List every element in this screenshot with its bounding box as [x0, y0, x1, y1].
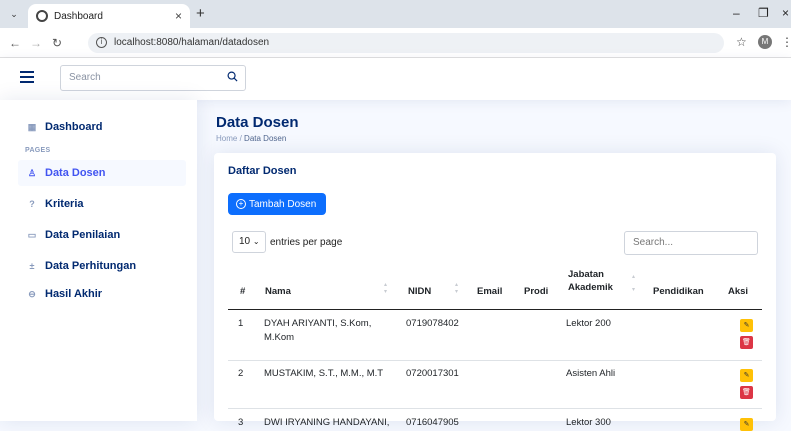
sidebar-item-label: Data Dosen [45, 167, 106, 179]
dosen-card: Daftar Dosen + Tambah Dosen 10 ⌄ entries… [214, 153, 776, 431]
edit-button[interactable]: ✎ [740, 369, 753, 382]
cell-nidn: 0720017301 [406, 368, 459, 379]
sort-arrows-icon[interactable]: ▴ ▾ [455, 281, 458, 295]
add-dosen-button[interactable]: + Tambah Dosen [228, 193, 326, 215]
sidebar: ▦ Dashboard PAGES ♙ Data Dosen ? Kriteri… [0, 100, 197, 421]
url-text: localhost:8080/halaman/datadosen [114, 37, 270, 48]
plus-circle-icon: + [236, 199, 246, 209]
card-icon: ▭ [27, 230, 37, 240]
sidebar-item-label: Dashboard [45, 121, 103, 133]
cell-nama-cont: M.Kom [264, 332, 295, 343]
forward-arrow-icon[interactable]: → [30, 36, 42, 50]
sidebar-item-label: Hasil Akhir [45, 288, 103, 300]
header-divider [228, 309, 762, 310]
col-header-prodi[interactable]: Prodi [524, 286, 548, 297]
breadcrumb: Home / Data Dosen [216, 134, 286, 143]
card-title: Daftar Dosen [228, 165, 297, 177]
close-tab-icon[interactable]: × [175, 9, 182, 23]
col-header-nidn[interactable]: NIDN [408, 286, 431, 297]
edit-button[interactable]: ✎ [740, 319, 753, 332]
add-dosen-label: Tambah Dosen [249, 198, 317, 210]
address-toolbar: ← → ↻ i localhost:8080/halaman/datadosen… [0, 28, 791, 58]
minimize-icon[interactable]: – [733, 6, 740, 20]
cell-no: 1 [238, 318, 244, 329]
browser-tab-strip: ⌄ Dashboard × + – ❐ × [0, 0, 791, 28]
col-header-pendidikan[interactable]: Pendidikan [653, 286, 704, 297]
minus-circle-icon: ⊖ [28, 289, 36, 299]
site-info-icon[interactable]: i [96, 37, 107, 48]
sidebar-item-kriteria[interactable]: ? Kriteria [18, 191, 186, 217]
sidebar-item-data-penilaian[interactable]: ▭ Data Penilaian [18, 222, 186, 248]
sort-arrows-icon[interactable]: ▴ ▾ [384, 281, 387, 295]
header-search-input[interactable]: Search [60, 65, 246, 91]
tab-title: Dashboard [54, 10, 103, 22]
search-icon[interactable] [227, 71, 238, 82]
browser-tab[interactable]: Dashboard × [28, 4, 190, 28]
sidebar-item-label: Data Penilaian [45, 229, 121, 241]
cell-jabatan: Lektor 200 [566, 318, 611, 329]
sidebar-item-label: Data Perhitungan [45, 260, 137, 272]
chevron-down-icon: ⌄ [252, 237, 260, 246]
reload-icon[interactable]: ↻ [52, 36, 62, 50]
url-field[interactable]: i localhost:8080/halaman/datadosen [88, 33, 724, 53]
back-arrow-icon[interactable]: ← [9, 36, 21, 50]
grid-icon: ▦ [27, 122, 37, 132]
breadcrumb-separator: / [239, 134, 242, 143]
row-divider [228, 408, 762, 409]
sidebar-section-label: PAGES [25, 147, 51, 154]
cell-nama: DYAH ARIYANTI, S.Kom, [264, 318, 372, 329]
per-page-control: 10 ⌄ entries per page [232, 231, 342, 253]
sidebar-item-data-dosen[interactable]: ♙ Data Dosen [18, 160, 186, 186]
col-header-email[interactable]: Email [477, 286, 502, 297]
close-window-icon[interactable]: × [782, 6, 789, 20]
breadcrumb-home-link[interactable]: Home [216, 134, 237, 143]
cell-jabatan: Asisten Ahli [566, 368, 616, 379]
edit-button[interactable]: ✎ [740, 418, 753, 431]
col-header-aksi[interactable]: Aksi [728, 286, 748, 297]
calc-icon: ± [29, 261, 35, 271]
profile-avatar[interactable]: M [758, 35, 772, 49]
person-icon: ♙ [27, 168, 37, 178]
cell-nidn: 0716047905 [406, 417, 459, 428]
col-header-akademik[interactable]: Akademik [568, 282, 613, 293]
cell-nidn: 0719078402 [406, 318, 459, 329]
row-divider [228, 360, 762, 361]
page-title: Data Dosen [216, 114, 299, 131]
col-header-nama[interactable]: Nama [265, 286, 291, 297]
delete-button[interactable]: 🗑 [740, 386, 753, 399]
hamburger-menu-icon[interactable] [20, 71, 34, 83]
sort-arrows-icon[interactable]: ▴ ▾ [632, 273, 635, 293]
restore-icon[interactable]: ❐ [758, 6, 769, 20]
sidebar-item-dashboard[interactable]: ▦ Dashboard [18, 114, 186, 140]
col-header-no[interactable]: # [240, 286, 245, 297]
cell-no: 2 [238, 368, 244, 379]
bookmark-star-icon[interactable]: ☆ [736, 35, 747, 49]
per-page-label: entries per page [270, 236, 343, 248]
per-page-select[interactable]: 10 ⌄ [232, 231, 266, 253]
sidebar-item-data-perhitungan[interactable]: ± Data Perhitungan [18, 253, 186, 279]
delete-button[interactable]: 🗑 [740, 336, 753, 349]
cell-jabatan: Lektor 300 [566, 417, 611, 428]
globe-icon [36, 10, 48, 22]
browser-menu-icon[interactable]: ⋮ [781, 35, 791, 49]
cell-nama: DWI IRYANING HANDAYANI, [264, 417, 390, 428]
question-icon: ? [29, 199, 35, 209]
cell-no: 3 [238, 417, 244, 428]
breadcrumb-current: Data Dosen [244, 134, 287, 143]
new-tab-plus-icon[interactable]: + [196, 5, 205, 22]
table-search-input[interactable]: Search... [624, 231, 758, 255]
tab-list-chevron-icon[interactable]: ⌄ [6, 7, 22, 21]
sidebar-item-label: Kriteria [45, 198, 84, 210]
sidebar-item-hasil-akhir[interactable]: ⊖ Hasil Akhir [18, 281, 186, 307]
cell-nama: MUSTAKIM, S.T., M.M., M.T [264, 368, 384, 379]
col-header-jabatan[interactable]: Jabatan [568, 269, 604, 280]
app-header: Search [0, 58, 791, 100]
per-page-value: 10 [239, 236, 251, 247]
